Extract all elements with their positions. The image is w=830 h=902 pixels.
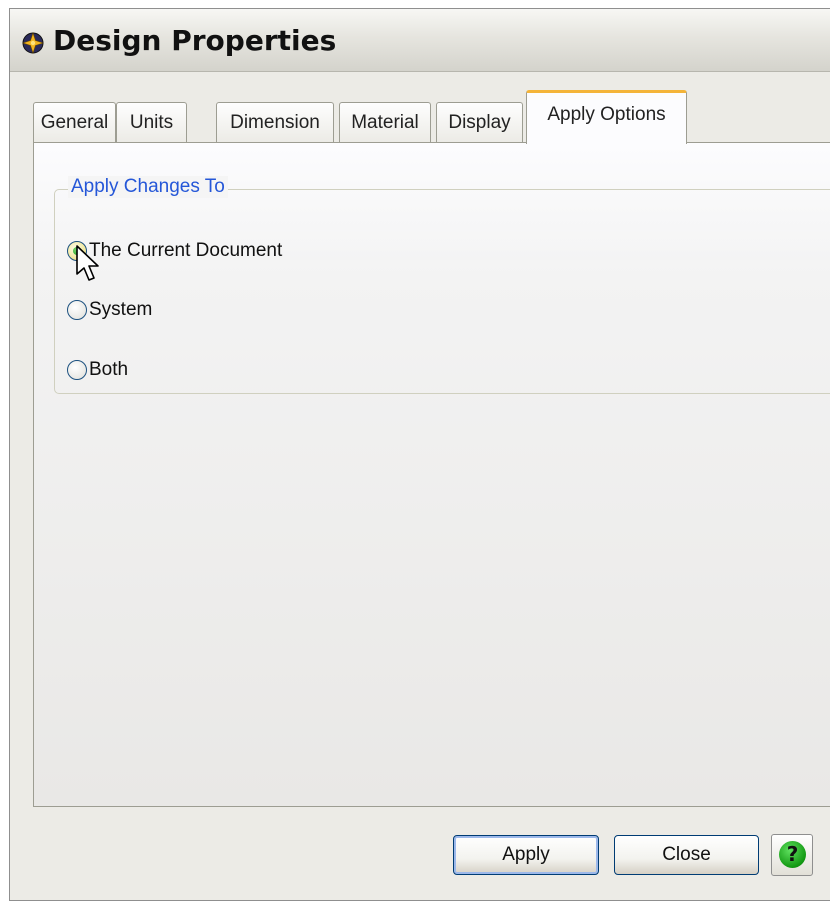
radio-label: The Current Document <box>89 240 283 261</box>
tab-units[interactable]: Units <box>116 102 187 142</box>
tab-dimension[interactable]: Dimension <box>216 102 334 142</box>
radio-label: System <box>89 299 153 320</box>
design-properties-dialog: Design Properties General Units Dimensio… <box>9 8 830 901</box>
tab-display[interactable]: Display <box>436 102 523 142</box>
radio-button[interactable] <box>67 300 87 320</box>
help-button[interactable]: ? <box>771 834 813 876</box>
apply-options-panel: Apply Changes To The Current Document Sy… <box>33 142 830 807</box>
group-title: Apply Changes To <box>68 176 228 198</box>
radio-label: Both <box>89 359 129 380</box>
compass-star-icon <box>22 32 44 54</box>
title-bar[interactable]: Design Properties <box>10 9 830 72</box>
help-question-icon: ? <box>779 841 806 868</box>
mouse-pointer-icon <box>76 245 99 281</box>
dialog-title: Design Properties <box>53 24 337 57</box>
tab-material[interactable]: Material <box>339 102 431 142</box>
close-button[interactable]: Close <box>614 835 759 875</box>
tab-general[interactable]: General <box>33 102 116 142</box>
tab-apply-options[interactable]: Apply Options <box>526 90 687 144</box>
apply-button[interactable]: Apply <box>453 835 599 875</box>
apply-changes-group: Apply Changes To The Current Document Sy… <box>54 176 830 394</box>
radio-button[interactable] <box>67 360 87 380</box>
